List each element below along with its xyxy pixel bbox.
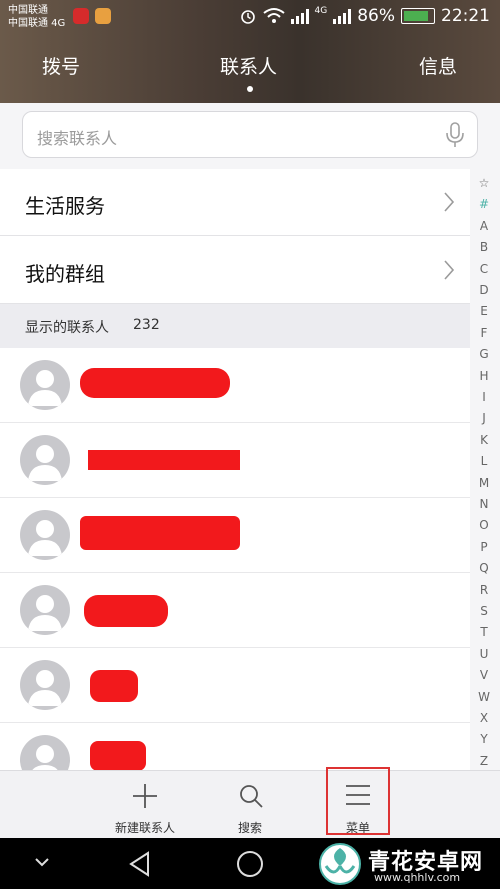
avatar (20, 435, 70, 485)
back-icon[interactable] (128, 851, 152, 877)
redacted-name (80, 368, 230, 398)
chevron-right-icon (444, 260, 455, 280)
contact-count: 232 (133, 317, 160, 333)
avatar (20, 660, 70, 710)
section-title: 显示的联系人 (25, 320, 109, 336)
alarm-icon (240, 10, 255, 24)
carrier-2: 中国联通 4G (8, 18, 66, 29)
avatar (20, 360, 70, 410)
search-input[interactable]: 搜索联系人 (22, 111, 478, 158)
battery-fill (404, 11, 429, 21)
index-letter[interactable]: Z (472, 754, 496, 768)
index-letter[interactable]: V (472, 668, 496, 682)
search-label: 搜索 (237, 821, 262, 835)
new-contact-button[interactable]: 新建联系人 (105, 771, 185, 839)
menu-highlight-box (326, 767, 390, 835)
index-letter[interactable]: L (472, 454, 496, 468)
status-bar: 中国联通 中国联通 4G 4G 86% 22:21 (0, 0, 500, 36)
index-letter[interactable]: T (472, 625, 496, 639)
index-letter[interactable]: J (472, 411, 496, 425)
new-contact-label: 新建联系人 (114, 821, 175, 835)
redacted-name (84, 595, 168, 627)
index-letter[interactable]: ☆ (472, 176, 496, 190)
index-letter[interactable]: I (472, 390, 496, 404)
watermark-logo-icon (319, 843, 361, 885)
signal-2-icon (333, 8, 352, 24)
avatar (20, 510, 70, 560)
contact-item[interactable] (0, 348, 470, 423)
app-notification-icon (73, 8, 89, 24)
signal-1-icon (290, 8, 309, 24)
clock: 22:21 (441, 6, 490, 26)
redacted-name (90, 670, 138, 702)
home-icon[interactable] (236, 850, 264, 878)
index-letter[interactable]: C (472, 262, 496, 276)
index-letter[interactable]: F (472, 326, 496, 340)
index-letter[interactable]: U (472, 647, 496, 661)
search-button[interactable]: 搜索 (220, 771, 280, 839)
index-letter[interactable]: R (472, 583, 496, 597)
bottom-toolbar: 新建联系人 搜索 菜单 (0, 770, 500, 838)
index-letter[interactable]: M (472, 476, 496, 490)
search-placeholder: 搜索联系人 (37, 129, 118, 148)
index-letter[interactable]: A (472, 219, 496, 233)
header-bar: 中国联通 中国联通 4G 4G 86% 22:21 拨号 联系人 信息 (0, 0, 500, 103)
my-groups-row[interactable]: 我的群组 (0, 236, 470, 304)
life-services-row[interactable]: 生活服务 (0, 169, 470, 236)
carrier-info: 中国联通 中国联通 4G (8, 4, 65, 30)
index-letter[interactable]: B (472, 240, 496, 254)
redacted-name (80, 516, 240, 550)
index-letter[interactable]: K (472, 433, 496, 447)
person-icon (28, 445, 62, 481)
person-icon (28, 370, 62, 406)
life-services-label: 生活服务 (25, 194, 105, 218)
plus-icon (133, 784, 157, 808)
index-letter[interactable]: E (472, 304, 496, 318)
index-letter[interactable]: Y (472, 732, 496, 746)
index-letter[interactable]: Q (472, 561, 496, 575)
contact-item[interactable] (0, 648, 470, 723)
tab-dialer[interactable]: 拨号 (42, 52, 80, 79)
chevron-right-icon (444, 192, 455, 212)
contacts-section-header: 显示的联系人 232 (0, 304, 470, 348)
wifi-icon (262, 8, 285, 23)
status-right: 4G 86% 22:21 (239, 6, 490, 26)
index-letter[interactable]: O (472, 518, 496, 532)
person-icon (28, 670, 62, 706)
net-type-label: 4G (314, 6, 328, 16)
my-groups-label: 我的群组 (25, 262, 105, 286)
index-letter[interactable]: X (472, 711, 496, 725)
contact-item[interactable] (0, 573, 470, 648)
search-icon (240, 785, 263, 808)
redacted-name (88, 450, 240, 470)
battery-percent: 86% (357, 6, 395, 26)
microphone-icon[interactable] (445, 122, 465, 148)
hide-keyboard-icon[interactable] (34, 856, 50, 868)
game-notification-icon (95, 8, 111, 24)
tab-contacts[interactable]: 联系人 (220, 52, 277, 79)
redacted-name (90, 741, 146, 771)
index-letter[interactable]: G (472, 347, 496, 361)
phone-screen: 中国联通 中国联通 4G 4G 86% 22:21 拨号 联系人 信息 搜索联系… (0, 0, 500, 889)
watermark-url: www.qhhlv.com (374, 871, 461, 884)
index-letter[interactable]: W (472, 690, 496, 704)
person-icon (28, 520, 62, 556)
active-tab-indicator (247, 86, 253, 92)
tab-bar: 拨号 联系人 信息 (0, 52, 500, 92)
tab-messages[interactable]: 信息 (419, 52, 457, 79)
index-letter[interactable]: H (472, 369, 496, 383)
watermark: 青花安卓网 www.qhhlv.com (312, 838, 500, 889)
index-letter[interactable]: # (472, 197, 496, 211)
index-letter[interactable]: N (472, 497, 496, 511)
person-icon (28, 595, 62, 631)
battery-icon (401, 8, 435, 24)
alphabet-index[interactable]: ☆ # A B C D E F G H I J K L M N O P Q R S T U V W X Y Z (472, 172, 496, 772)
contact-item[interactable] (0, 498, 470, 573)
index-letter[interactable]: D (472, 283, 496, 297)
contact-item[interactable] (0, 423, 470, 498)
carrier-1: 中国联通 (8, 5, 48, 16)
index-letter[interactable]: P (472, 540, 496, 554)
avatar (20, 585, 70, 635)
index-letter[interactable]: S (472, 604, 496, 618)
